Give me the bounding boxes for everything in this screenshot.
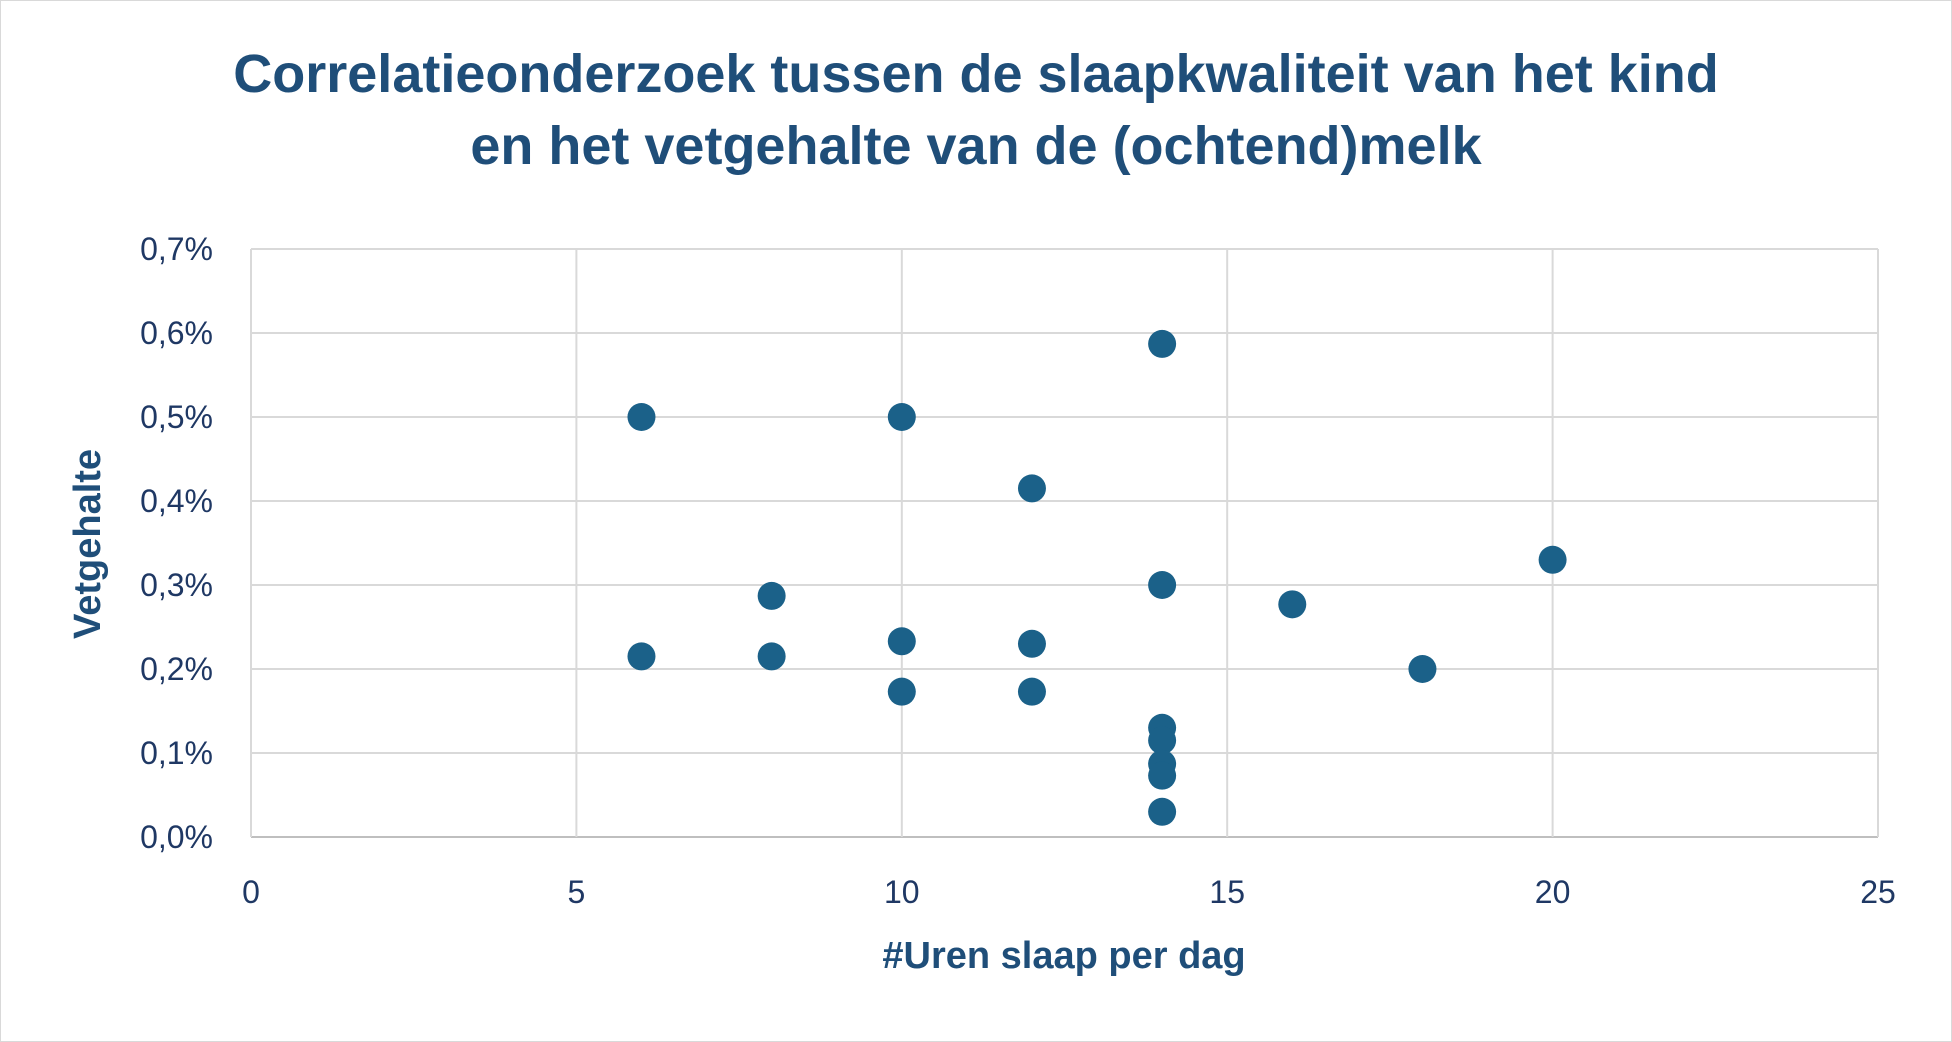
- data-point: [887, 627, 916, 656]
- data-point: [1538, 545, 1567, 574]
- x-tick-label: 20: [1535, 874, 1571, 910]
- data-point: [1017, 677, 1046, 706]
- scatter-plot: 0,0% 0,1% 0,2% 0,3% 0,4% 0,5% 0,6% 0,7% 0 5 10 15 20…: [67, 231, 1896, 977]
- data-point: [1017, 629, 1046, 658]
- data-point: [627, 642, 656, 671]
- grid-lines: [250, 248, 1879, 838]
- x-tick-label: 10: [884, 874, 920, 910]
- x-tick-label: 25: [1860, 874, 1896, 910]
- y-tick-label: 0,1%: [140, 735, 213, 771]
- data-point: [1148, 797, 1177, 826]
- x-tick-label: 15: [1209, 874, 1245, 910]
- data-point: [757, 642, 786, 671]
- data-point: [887, 677, 916, 706]
- y-tick-label: 0,5%: [140, 399, 213, 435]
- y-axis-title: Vetgehalte: [67, 449, 109, 639]
- data-point: [1278, 590, 1307, 619]
- data-point: [1148, 329, 1177, 358]
- y-tick-label: 0,6%: [140, 315, 213, 351]
- x-tick-label: 0: [242, 874, 260, 910]
- data-point: [1148, 761, 1177, 790]
- data-point: [1408, 655, 1437, 683]
- data-point: [757, 581, 786, 610]
- data-point: [887, 403, 916, 431]
- y-tick-label: 0,7%: [140, 231, 213, 267]
- data-point: [1017, 474, 1046, 503]
- y-tick-label: 0,3%: [140, 567, 213, 603]
- x-axis-title: #Uren slaap per dag: [882, 935, 1245, 977]
- y-tick-label: 0,2%: [140, 651, 213, 687]
- y-tick-label: 0,0%: [140, 819, 213, 855]
- x-tick-label: 5: [568, 874, 586, 910]
- data-points: [627, 329, 1567, 826]
- data-point: [1148, 571, 1177, 599]
- data-point: [627, 403, 656, 431]
- y-tick-label: 0,4%: [140, 483, 213, 519]
